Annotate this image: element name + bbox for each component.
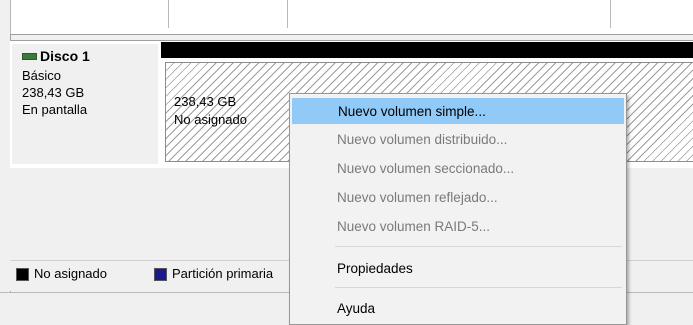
divider [287,0,288,28]
menu-new-simple-volume[interactable]: Nuevo volumen simple... [292,98,624,124]
context-menu: Nuevo volumen simple... Nuevo volumen di… [289,93,627,325]
menu-separator [335,287,622,288]
partition-header-bar [161,42,693,58]
disk-size: 238,43 GB [22,85,85,100]
menu-help[interactable]: Ayuda [292,296,624,322]
disk-type: Básico [22,68,62,83]
menu-separator [335,246,622,247]
primary-partition-swatch-icon [154,268,167,281]
menu-properties[interactable]: Propiedades [292,256,624,282]
unallocated-swatch-icon [16,268,29,281]
partition-state: No asignado [174,112,247,127]
disk-name-row: Disco 1 [22,48,90,64]
partition-size: 238,43 GB [174,94,237,109]
left-edge-top [0,0,11,34]
menu-new-mirrored-volume[interactable]: Nuevo volumen reflejado... [292,185,624,211]
legend-primary-label: Partición primaria [172,266,274,281]
previous-disk-row [0,0,693,35]
legend-unallocated-label: No asignado [34,266,107,281]
menu-new-striped-volume[interactable]: Nuevo volumen seccionado... [292,156,624,182]
menu-new-spanned-volume[interactable]: Nuevo volumen distribuido... [292,127,624,153]
disk-status: En pantalla [22,102,88,117]
disk-name: Disco 1 [40,48,90,64]
divider [610,0,611,28]
menu-new-raid5-volume[interactable]: Nuevo volumen RAID-5... [292,214,624,240]
disk-icon [22,53,37,60]
divider [168,0,169,28]
